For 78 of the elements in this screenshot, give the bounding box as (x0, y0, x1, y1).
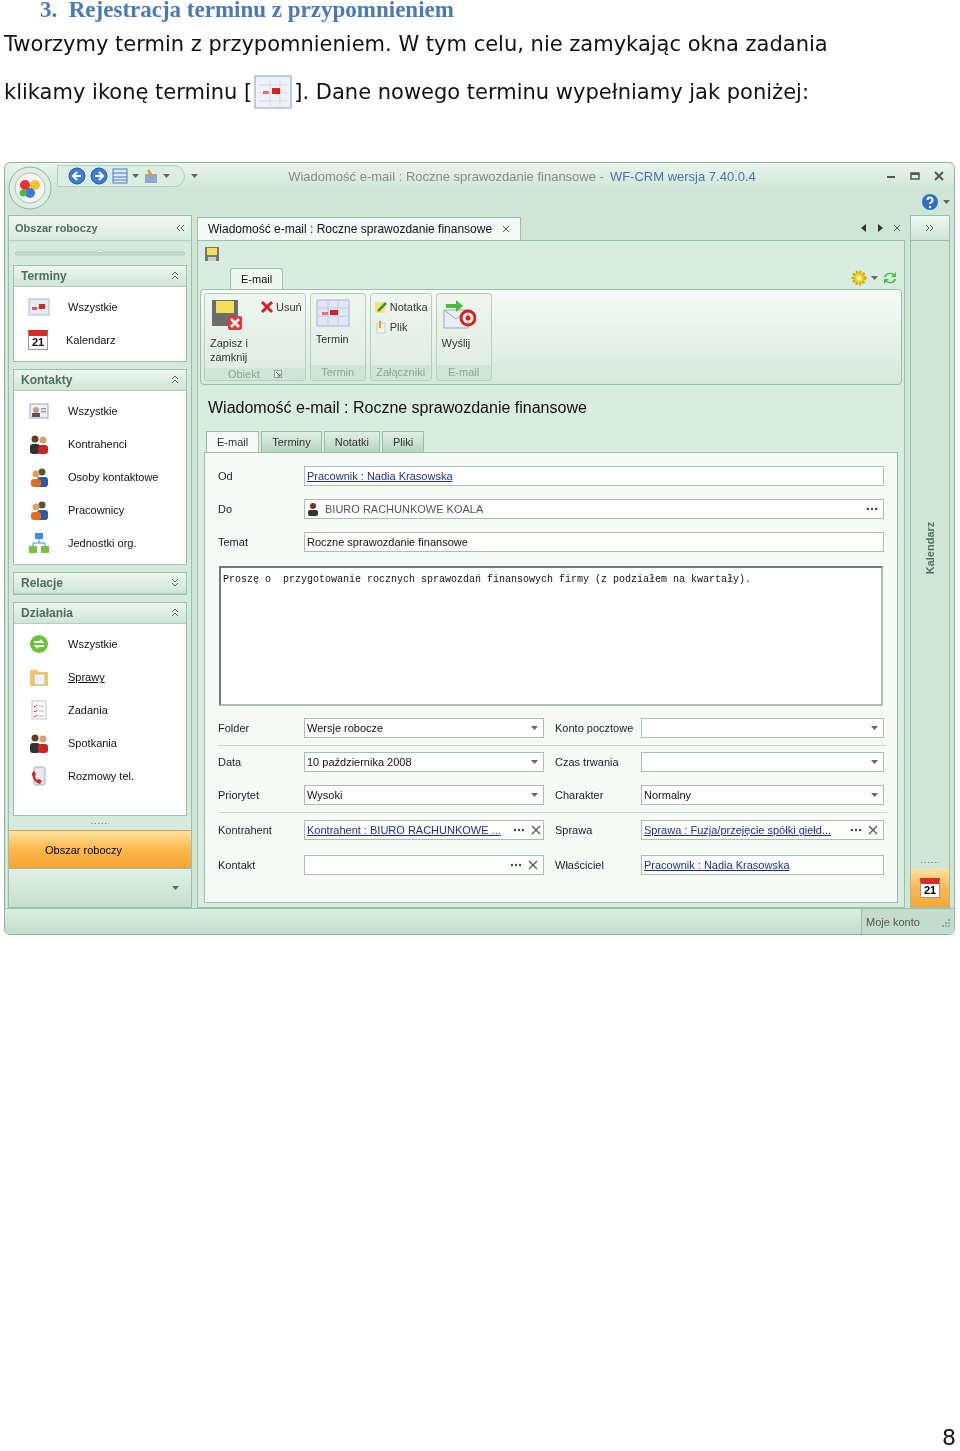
intro-text: ]. Dane nowego terminu wypełniamy jak poniżej: (294, 79, 809, 106)
link[interactable]: Pracownik : Nadia Krasowska (644, 859, 790, 872)
ribbon-button[interactable]: Plik (373, 319, 428, 334)
lookup-field[interactable]: Kontrahent : BIURO RACHUNKOWE ... (304, 820, 544, 841)
sidebar-item[interactable]: Wszystkie (14, 290, 186, 324)
section-header[interactable]: Kontakty (14, 369, 186, 391)
recipient-field[interactable]: BIURO RACHUNKOWE KOALA (304, 499, 884, 520)
sidebar-item[interactable]: Wszystkie (14, 627, 186, 661)
link[interactable]: Sprawa : Fuzja/przejęcie spółki giełd... (644, 824, 832, 837)
link-field[interactable]: Pracownik : Nadia Krasowska (641, 855, 884, 876)
ribbon-button[interactable]: Wyślij (439, 295, 488, 363)
field-label: Kontrahent (218, 824, 273, 837)
group-label: E-mail (448, 366, 480, 379)
field-label: Do (218, 503, 234, 516)
sidebar-title: Obszar roboczy (15, 221, 98, 234)
sidebar-item[interactable]: Zadania (14, 693, 186, 727)
ribbon-button[interactable]: Usuń (260, 299, 302, 314)
dropdown-field[interactable]: Normalny (641, 785, 884, 806)
sidebar-item[interactable]: Kontrahenci (14, 427, 186, 461)
form-tab[interactable]: Pliki (381, 430, 425, 452)
sidebar-item[interactable]: Pracownicy (14, 493, 186, 527)
app-name: WF-CRM wersja 7.40.0.4 (609, 169, 756, 184)
intro-text: Tworzymy termin z przypomnieniem. W tym celu, nie zamykając okna zadania (4, 31, 828, 58)
ribbon-tab[interactable]: E-mail (230, 267, 284, 289)
section-heading: 3. Rejestracja terminu z przypomnieniem (40, 0, 454, 20)
form-tab[interactable]: Notatki (323, 430, 380, 452)
dropdown-field[interactable]: Wysoki (304, 785, 544, 806)
message-body-field[interactable]: Proszę o przygotowanie rocznych sprawozdań finansowych firmy (z podziałem na kwartały). (219, 565, 883, 706)
dropdown-field[interactable]: 10 października 2008 (304, 752, 544, 773)
sidebar-item[interactable]: Rozmowy tel. (14, 759, 186, 793)
page-number: 8 (942, 1425, 956, 1451)
sidebar-item[interactable]: Wszystkie (14, 394, 186, 428)
pane-title[interactable]: Kalendarz (924, 521, 936, 575)
sidebar-item[interactable]: Osoby kontaktowe (14, 460, 186, 494)
field-label: Temat (218, 536, 249, 549)
calendar-button[interactable]: 21 (911, 869, 949, 908)
group-label: Termin (321, 366, 355, 379)
field-label: Folder (218, 722, 251, 735)
section-header[interactable]: Terminy (14, 265, 186, 287)
section-header[interactable]: Działania (14, 602, 186, 624)
field-label: Czas trwania (555, 756, 620, 769)
ribbon-button[interactable]: Zapisz i zamknij (208, 295, 256, 366)
document-tab[interactable]: Wiadomość e-mail : Roczne sprawozdanie finansowe (197, 216, 522, 240)
account-label[interactable]: Moje konto (866, 915, 920, 928)
field-label: Priorytet (218, 789, 260, 802)
field-label: Charakter (555, 789, 605, 802)
text-field[interactable]: Roczne sprawozdanie finansowe (304, 532, 884, 553)
lookup-field[interactable]: Sprawa : Fuzja/przejęcie spółki giełd... (641, 820, 884, 841)
field-label: Właściciel (555, 859, 605, 872)
intro-text: klikamy ikonę terminu [ (4, 79, 253, 106)
sidebar-item[interactable]: Sprawy (14, 660, 186, 694)
form-tab[interactable]: Terminy (261, 430, 322, 452)
calendar-icon: 21 (28, 330, 48, 351)
field-label: Konto pocztowe (555, 722, 635, 735)
field-label: Od (218, 470, 234, 483)
field-label: Kontakt (218, 859, 257, 872)
link[interactable]: Pracownik : Nadia Krasowska (307, 470, 453, 483)
ribbon-button[interactable]: Termin (313, 295, 362, 363)
workspace-button[interactable]: Obszar roboczy (9, 830, 191, 869)
section-title: Terminy (21, 268, 67, 283)
section-title: Działania (21, 605, 74, 620)
dropdown-field[interactable]: Wersje robocze (304, 718, 544, 739)
section-title: Relacje (21, 575, 64, 590)
group-label: Obiekt (227, 367, 260, 380)
sidebar-item[interactable]: Spotkania (14, 726, 186, 760)
form-title: Wiadomość e-mail : Roczne sprawozdanie finansowe (207, 397, 588, 418)
link[interactable]: Kontrahent : BIURO RACHUNKOWE ... (307, 824, 501, 837)
field-label: Sprawa (555, 824, 594, 837)
sidebar-item[interactable]: 21 Kalendarz (14, 323, 186, 357)
window-title: Wiadomość e-mail : Roczne sprawozdanie finansowe - (288, 169, 604, 184)
link-field[interactable]: Pracownik : Nadia Krasowska (304, 466, 884, 487)
ribbon-button[interactable]: Notatka (373, 299, 428, 314)
form-tab[interactable]: E-mail (206, 430, 260, 452)
section-title: Kontakty (21, 372, 73, 387)
section-header[interactable]: Relacje (14, 572, 186, 594)
group-label: Załączniki (376, 366, 426, 379)
field-label: Data (218, 756, 243, 769)
sidebar-item[interactable]: Jednostki org. (14, 526, 186, 560)
